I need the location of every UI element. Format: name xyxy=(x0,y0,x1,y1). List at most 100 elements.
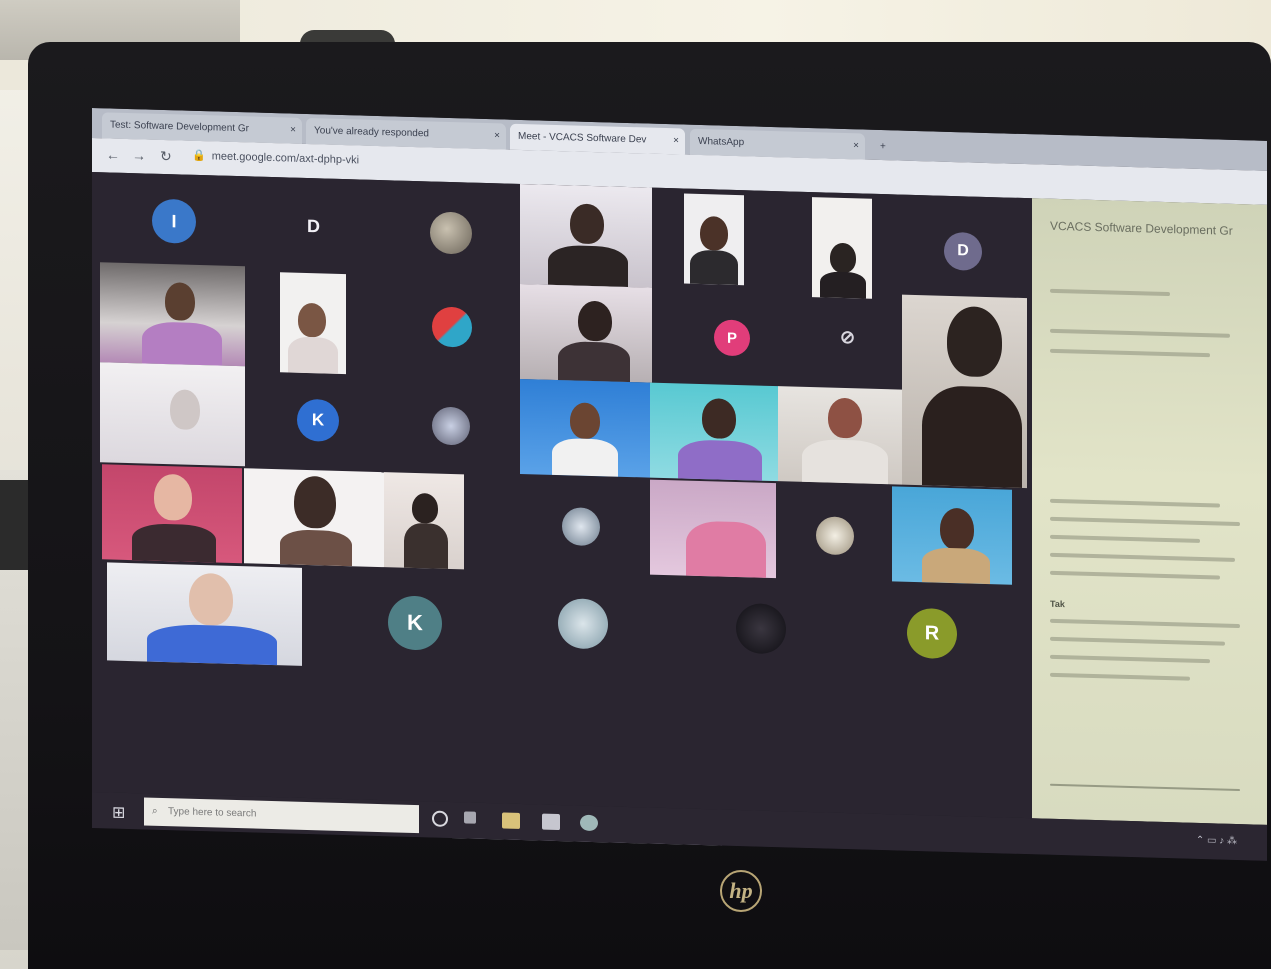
chat-text xyxy=(1050,618,1240,629)
participant-tile[interactable] xyxy=(532,484,632,572)
person-body xyxy=(922,385,1022,488)
person-body xyxy=(147,623,277,666)
cortana-icon[interactable] xyxy=(432,810,448,827)
person-head xyxy=(298,302,326,338)
taskbar-search-box[interactable]: ⌕ Type here to search xyxy=(144,797,419,834)
person-body xyxy=(142,321,222,366)
person-body xyxy=(548,244,628,287)
new-tab-button[interactable]: + xyxy=(872,134,896,161)
participant-avatar: I xyxy=(152,198,196,244)
participant-tile[interactable] xyxy=(532,579,632,672)
participant-video[interactable] xyxy=(520,283,652,383)
chat-text xyxy=(1050,654,1210,664)
tab-label: You've already responded xyxy=(314,125,429,140)
person-body xyxy=(288,336,338,374)
participant-tile[interactable] xyxy=(782,491,892,579)
windows-start-icon[interactable]: ⊞ xyxy=(112,803,125,823)
participant-video[interactable] xyxy=(778,386,902,485)
participant-video[interactable] xyxy=(107,562,302,666)
person-body xyxy=(690,249,738,286)
person-head xyxy=(154,473,192,521)
meet-video-grid: I D D P ⊘ K K R xyxy=(92,172,1032,861)
participant-photo-avatar xyxy=(736,602,786,655)
close-icon[interactable]: × xyxy=(673,128,679,154)
forward-icon[interactable]: → xyxy=(132,147,146,163)
participant-avatar: K xyxy=(388,595,442,651)
person-head xyxy=(189,572,233,626)
participant-tile[interactable]: K xyxy=(257,372,377,470)
person-body xyxy=(686,520,766,578)
participant-tile[interactable]: K xyxy=(352,574,472,667)
participant-photo-avatar xyxy=(432,406,470,446)
chat-text xyxy=(1050,348,1210,358)
chat-text xyxy=(1050,636,1225,646)
chat-text xyxy=(1050,570,1220,580)
participant-video[interactable] xyxy=(684,193,744,286)
person-head xyxy=(578,300,612,342)
system-tray[interactable]: ⌃ ▭ ♪ ⁂ xyxy=(1196,835,1237,847)
participant-video[interactable] xyxy=(384,472,464,570)
participant-video[interactable] xyxy=(520,183,652,288)
participant-tile[interactable] xyxy=(712,584,812,677)
participant-tile[interactable]: P xyxy=(682,288,782,381)
participant-tile[interactable]: R xyxy=(877,589,987,682)
participant-video[interactable] xyxy=(100,362,245,467)
participant-tile[interactable]: I xyxy=(102,172,242,271)
task-view-icon[interactable] xyxy=(464,811,476,824)
participant-photo-avatar xyxy=(558,598,608,650)
url-text: meet.google.com/axt-dphp-vki xyxy=(211,150,360,167)
participant-tile[interactable]: D xyxy=(922,215,1012,298)
back-icon[interactable]: ← xyxy=(106,146,120,162)
participant-avatar: K xyxy=(297,398,339,442)
url-field[interactable]: 🔒 meet.google.com/axt-dphp-vki xyxy=(192,149,359,167)
participant-video[interactable] xyxy=(100,262,245,367)
reload-icon[interactable]: ↻ xyxy=(160,148,172,165)
message-input[interactable] xyxy=(1050,783,1240,792)
participant-video[interactable] xyxy=(812,197,872,299)
participant-avatar: D xyxy=(944,231,982,271)
laptop-screen: Test: Software Development Gr × You've al… xyxy=(92,108,1267,861)
person-head xyxy=(570,203,604,245)
search-icon: ⌕ xyxy=(152,805,158,817)
close-icon[interactable]: × xyxy=(494,123,500,149)
search-placeholder: Type here to search xyxy=(168,806,257,820)
participant-photo-avatar xyxy=(816,516,854,556)
participant-video[interactable] xyxy=(102,464,242,564)
edge-icon[interactable] xyxy=(580,814,598,832)
participant-tile[interactable] xyxy=(392,275,512,373)
chat-text xyxy=(1050,288,1170,297)
close-icon[interactable]: × xyxy=(853,133,859,159)
person-head xyxy=(702,398,736,439)
participant-video[interactable] xyxy=(650,382,778,482)
camera-off-icon: ⊘ xyxy=(840,326,856,348)
person-head xyxy=(570,402,600,440)
tab-label: Meet - VCACS Software Dev xyxy=(518,130,647,146)
person-head xyxy=(412,492,438,524)
chat-sender: Tak xyxy=(1050,598,1065,610)
participant-tile[interactable] xyxy=(392,375,512,473)
chat-text xyxy=(1050,552,1235,562)
store-icon[interactable] xyxy=(542,813,560,831)
tab-label: Test: Software Development Gr xyxy=(110,119,249,135)
chat-text xyxy=(1050,328,1230,338)
person-body xyxy=(558,341,630,383)
meet-side-panel: VCACS Software Development Gr Tak xyxy=(1032,198,1267,825)
participant-tile[interactable]: D xyxy=(252,176,372,274)
participant-video[interactable] xyxy=(892,486,1012,585)
participant-tile[interactable] xyxy=(392,180,512,278)
person-body xyxy=(678,439,762,482)
participant-video[interactable] xyxy=(520,378,650,478)
tab-label: WhatsApp xyxy=(698,135,745,149)
chat-text xyxy=(1050,498,1220,508)
participant-video[interactable] xyxy=(650,479,776,579)
chat-text xyxy=(1050,672,1190,681)
close-icon[interactable]: × xyxy=(290,118,296,144)
participant-avatar: P xyxy=(714,319,750,357)
participant-video[interactable] xyxy=(244,468,384,568)
participant-video[interactable] xyxy=(280,272,346,375)
chat-text xyxy=(1050,516,1240,527)
participant-video[interactable] xyxy=(902,294,1027,489)
file-explorer-icon[interactable] xyxy=(502,812,520,829)
participant-tile[interactable]: ⊘ xyxy=(792,292,912,385)
participant-initial: D xyxy=(307,216,320,237)
